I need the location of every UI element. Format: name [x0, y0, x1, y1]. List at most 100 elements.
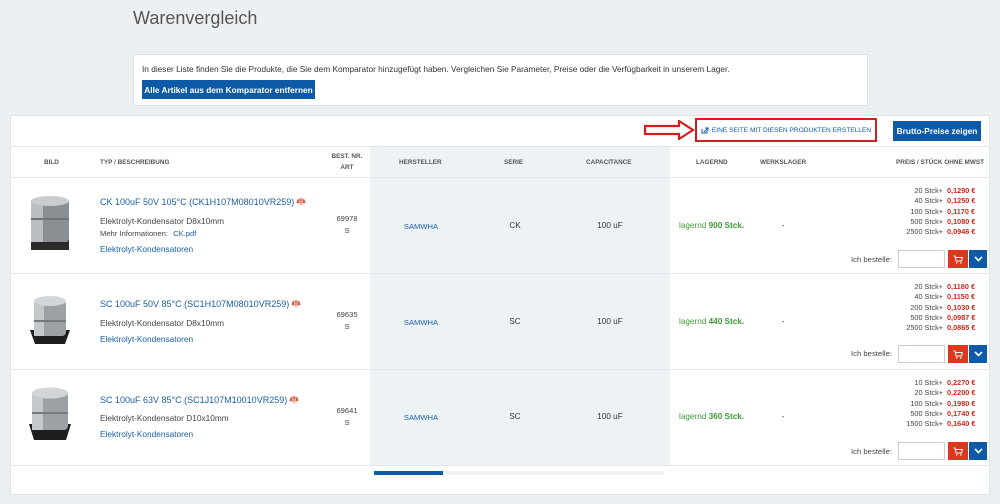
product-image — [29, 387, 71, 440]
column-header-partno: BEST. NR. — [331, 153, 363, 160]
product-title[interactable]: CK 100uF 50V 105°C (CK1H107M08010VR259) — [100, 197, 306, 207]
series-value: SC — [509, 317, 521, 326]
column-header-factory: WERKSLAGER — [760, 159, 807, 166]
tier-quantity: 100 Stck+ — [910, 398, 943, 408]
create-page-label: EINE SEITE MIT DIESEN PRODUKTEN ERSTELLE… — [711, 126, 872, 134]
price-tier: 20 Stck+ 0,1180 € — [850, 282, 986, 292]
category-link[interactable]: Elektrolyt-Kondensatoren — [100, 244, 193, 254]
divider — [11, 465, 989, 466]
part-number: 69978 S — [330, 213, 364, 237]
manufacturer-link[interactable]: SAMWHA — [395, 318, 447, 327]
order-options-button[interactable] — [969, 250, 987, 268]
compare-icon[interactable] — [291, 299, 301, 308]
product-title[interactable]: SC 100uF 63V 85°C (SC1J107M10010VR259) — [100, 395, 299, 405]
part-number-line1: 69978 — [336, 214, 358, 223]
part-number-line2: S — [344, 418, 350, 427]
price-tier: 2500 Stck+ 0,0865 € — [850, 323, 986, 333]
product-description: Elektrolyt-Kondensator D10x10mm — [100, 413, 229, 423]
column-header-capacitance: CAPACITANCE — [586, 159, 632, 166]
order-label: Ich bestelle: — [851, 255, 893, 264]
tier-price: 0,1250 € — [947, 196, 976, 206]
stock-quantity: 440 Stck. — [708, 317, 745, 326]
tier-quantity: 1500 Stck+ — [906, 419, 943, 429]
tier-price: 0,0946 € — [947, 227, 976, 237]
datasheet-link[interactable]: CK.pdf — [173, 229, 196, 238]
order-label: Ich bestelle: — [851, 447, 893, 456]
product-row: SC 100uF 63V 85°C (SC1J107M10010VR259) E… — [0, 370, 1000, 465]
stock-status: lagernd 440 Stck. — [679, 317, 744, 326]
chevron-down-icon — [973, 351, 983, 357]
quantity-input[interactable] — [898, 250, 945, 268]
create-page-link[interactable]: EINE SEITE MIT DIESEN PRODUKTEN ERSTELLE… — [695, 118, 877, 142]
tier-price: 0,0865 € — [947, 323, 976, 333]
product-image — [31, 196, 69, 250]
stock-quantity: 360 Stck. — [708, 412, 745, 421]
price-tier: 10 Stck+ 0,2270 € — [850, 378, 986, 388]
product-row: CK 100uF 50V 105°C (CK1H107M08010VR259) … — [0, 178, 1000, 273]
quantity-input[interactable] — [898, 442, 945, 460]
category-link[interactable]: Elektrolyt-Kondensatoren — [100, 334, 193, 344]
chevron-down-icon — [973, 256, 983, 262]
column-header-image: BILD — [44, 159, 59, 166]
part-number: 69635 S — [330, 309, 364, 333]
price-tier: 1500 Stck+ 0,1640 € — [850, 419, 986, 429]
compare-icon[interactable] — [296, 197, 306, 206]
scrollbar-thumb[interactable] — [374, 471, 443, 475]
info-text: In dieser Liste finden Sie die Produkte,… — [142, 64, 730, 74]
add-to-cart-button[interactable] — [948, 442, 968, 460]
tier-quantity: 40 Stck+ — [914, 196, 943, 206]
column-header-price: PREIS / STÜCK OHNE MWST — [896, 159, 985, 166]
quantity-input[interactable] — [898, 345, 945, 363]
product-title-text: SC 100uF 63V 85°C (SC1J107M10010VR259) — [100, 395, 288, 405]
manufacturer-link[interactable]: SAMWHA — [395, 413, 447, 422]
tier-quantity: 500 Stck+ — [910, 408, 943, 418]
page-title: Warenvergleich — [133, 8, 258, 28]
price-tier: 500 Stck+ 0,1740 € — [850, 409, 986, 419]
compare-icon[interactable] — [289, 395, 299, 404]
cart-icon — [953, 255, 963, 264]
price-tier: 500 Stck+ 0,1080 € — [850, 217, 986, 227]
product-description: Elektrolyt-Kondensator D8x10mm — [100, 318, 225, 328]
order-options-button[interactable] — [969, 345, 987, 363]
manufacturer-link[interactable]: SAMWHA — [395, 222, 447, 231]
tier-price: 0,1150 € — [947, 292, 976, 302]
tier-price: 0,1180 € — [947, 282, 976, 291]
factory-stock: - — [781, 412, 785, 421]
series-value: CK — [509, 221, 521, 230]
tier-quantity: 20 Stck+ — [914, 282, 943, 291]
price-tier: 100 Stck+ 0,1980 € — [850, 399, 986, 409]
capacitance-value: 100 uF — [597, 412, 623, 421]
price-tier: 40 Stck+ 0,1250 € — [850, 196, 986, 206]
stock-status: lagernd 900 Stck. — [679, 221, 744, 230]
part-number-line1: 69641 — [336, 406, 358, 415]
add-to-cart-button[interactable] — [948, 345, 968, 363]
column-header-series: SERIE — [504, 159, 524, 166]
brutto-prices-button[interactable]: Brutto-Preise zeigen — [893, 121, 981, 141]
price-tier: 40 Stck+ 0,1150 € — [850, 292, 986, 302]
price-tier: 500 Stck+ 0,0987 € — [850, 313, 986, 323]
column-header-maker: HERSTELLER — [399, 159, 442, 166]
price-list: 10 Stck+ 0,2270 € 20 Stck+ 0,2200 € 100 St… — [850, 378, 986, 429]
price-tier: 20 Stck+ 0,2200 € — [850, 388, 986, 398]
price-list: 20 Stck+ 0,1180 € 40 Stck+ 0,1150 € 200 St… — [850, 282, 986, 333]
stock-prefix: lagernd — [679, 317, 707, 326]
stock-quantity: 900 Stck. — [708, 221, 745, 230]
tier-quantity: 500 Stck+ — [910, 216, 943, 226]
product-title-text: SC 100uF 50V 85°C (SC1H107M08010VR259) — [100, 299, 290, 309]
add-to-cart-button[interactable] — [948, 250, 968, 268]
part-number-line1: 69635 — [336, 310, 358, 319]
product-title[interactable]: SC 100uF 50V 85°C (SC1H107M08010VR259) — [100, 299, 301, 309]
tier-quantity: 2500 Stck+ — [906, 323, 943, 333]
column-header-partno-sub: ART — [340, 164, 354, 171]
cart-icon — [953, 447, 963, 456]
stock-prefix: lagernd — [679, 412, 707, 421]
tier-quantity: 2500 Stck+ — [906, 227, 943, 237]
more-info: Mehr Informationen: CK.pdf — [100, 229, 196, 238]
order-options-button[interactable] — [969, 442, 987, 460]
capacitance-value: 100 uF — [597, 317, 623, 326]
more-info-label: Mehr Informationen: — [100, 229, 168, 238]
series-value: SC — [509, 412, 521, 421]
remove-all-button[interactable]: Alle Artikel aus dem Komparator entferne… — [142, 80, 315, 99]
category-link[interactable]: Elektrolyt-Kondensatoren — [100, 429, 193, 439]
tier-price: 0,2270 € — [947, 378, 976, 387]
